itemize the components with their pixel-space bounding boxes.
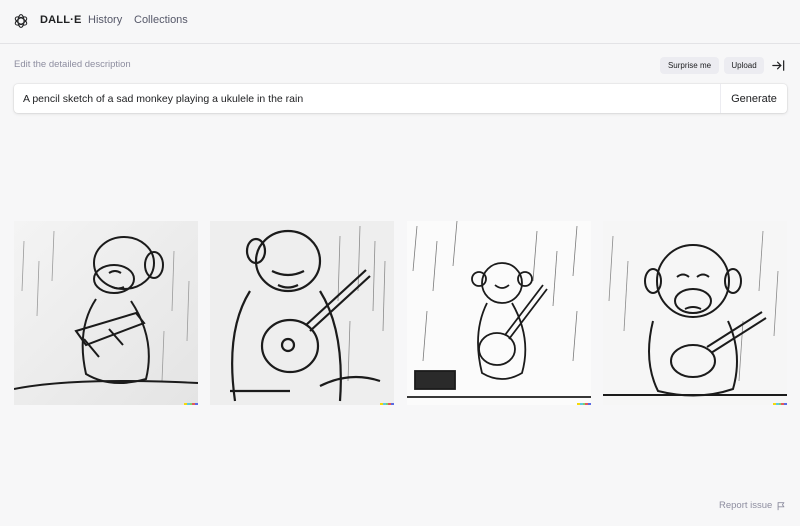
signature-strip <box>773 403 787 405</box>
result-image-4-sketch <box>603 221 787 405</box>
top-nav: DALL·E History Collections <box>0 0 800 44</box>
signature-strip <box>577 403 591 405</box>
prompt-label: Edit the detailed description <box>14 59 131 70</box>
nav-collections[interactable]: Collections <box>134 14 188 26</box>
result-image-4[interactable] <box>603 221 787 405</box>
result-image-3[interactable] <box>407 221 591 405</box>
result-image-2[interactable] <box>210 221 394 405</box>
upload-button[interactable]: Upload <box>724 57 764 74</box>
prompt-input[interactable] <box>14 84 720 113</box>
signature-strip <box>380 403 394 405</box>
prompt-box: Generate <box>14 84 787 113</box>
result-image-2-sketch <box>210 221 394 405</box>
report-issue-label: Report issue <box>719 500 773 511</box>
result-image-3-sketch <box>407 221 591 405</box>
surprise-me-button[interactable]: Surprise me <box>660 57 719 74</box>
result-image-1[interactable] <box>14 221 198 405</box>
report-issue-link[interactable]: Report issue <box>719 500 786 511</box>
nav-history[interactable]: History <box>88 14 122 26</box>
result-image-1-sketch <box>14 221 198 405</box>
signature-strip <box>184 403 198 405</box>
openai-logo-icon[interactable] <box>12 12 30 30</box>
collapse-right-icon[interactable] <box>771 58 786 73</box>
brand-link[interactable]: DALL·E <box>40 14 82 26</box>
generate-button[interactable]: Generate <box>721 84 787 113</box>
flag-icon <box>777 501 785 510</box>
